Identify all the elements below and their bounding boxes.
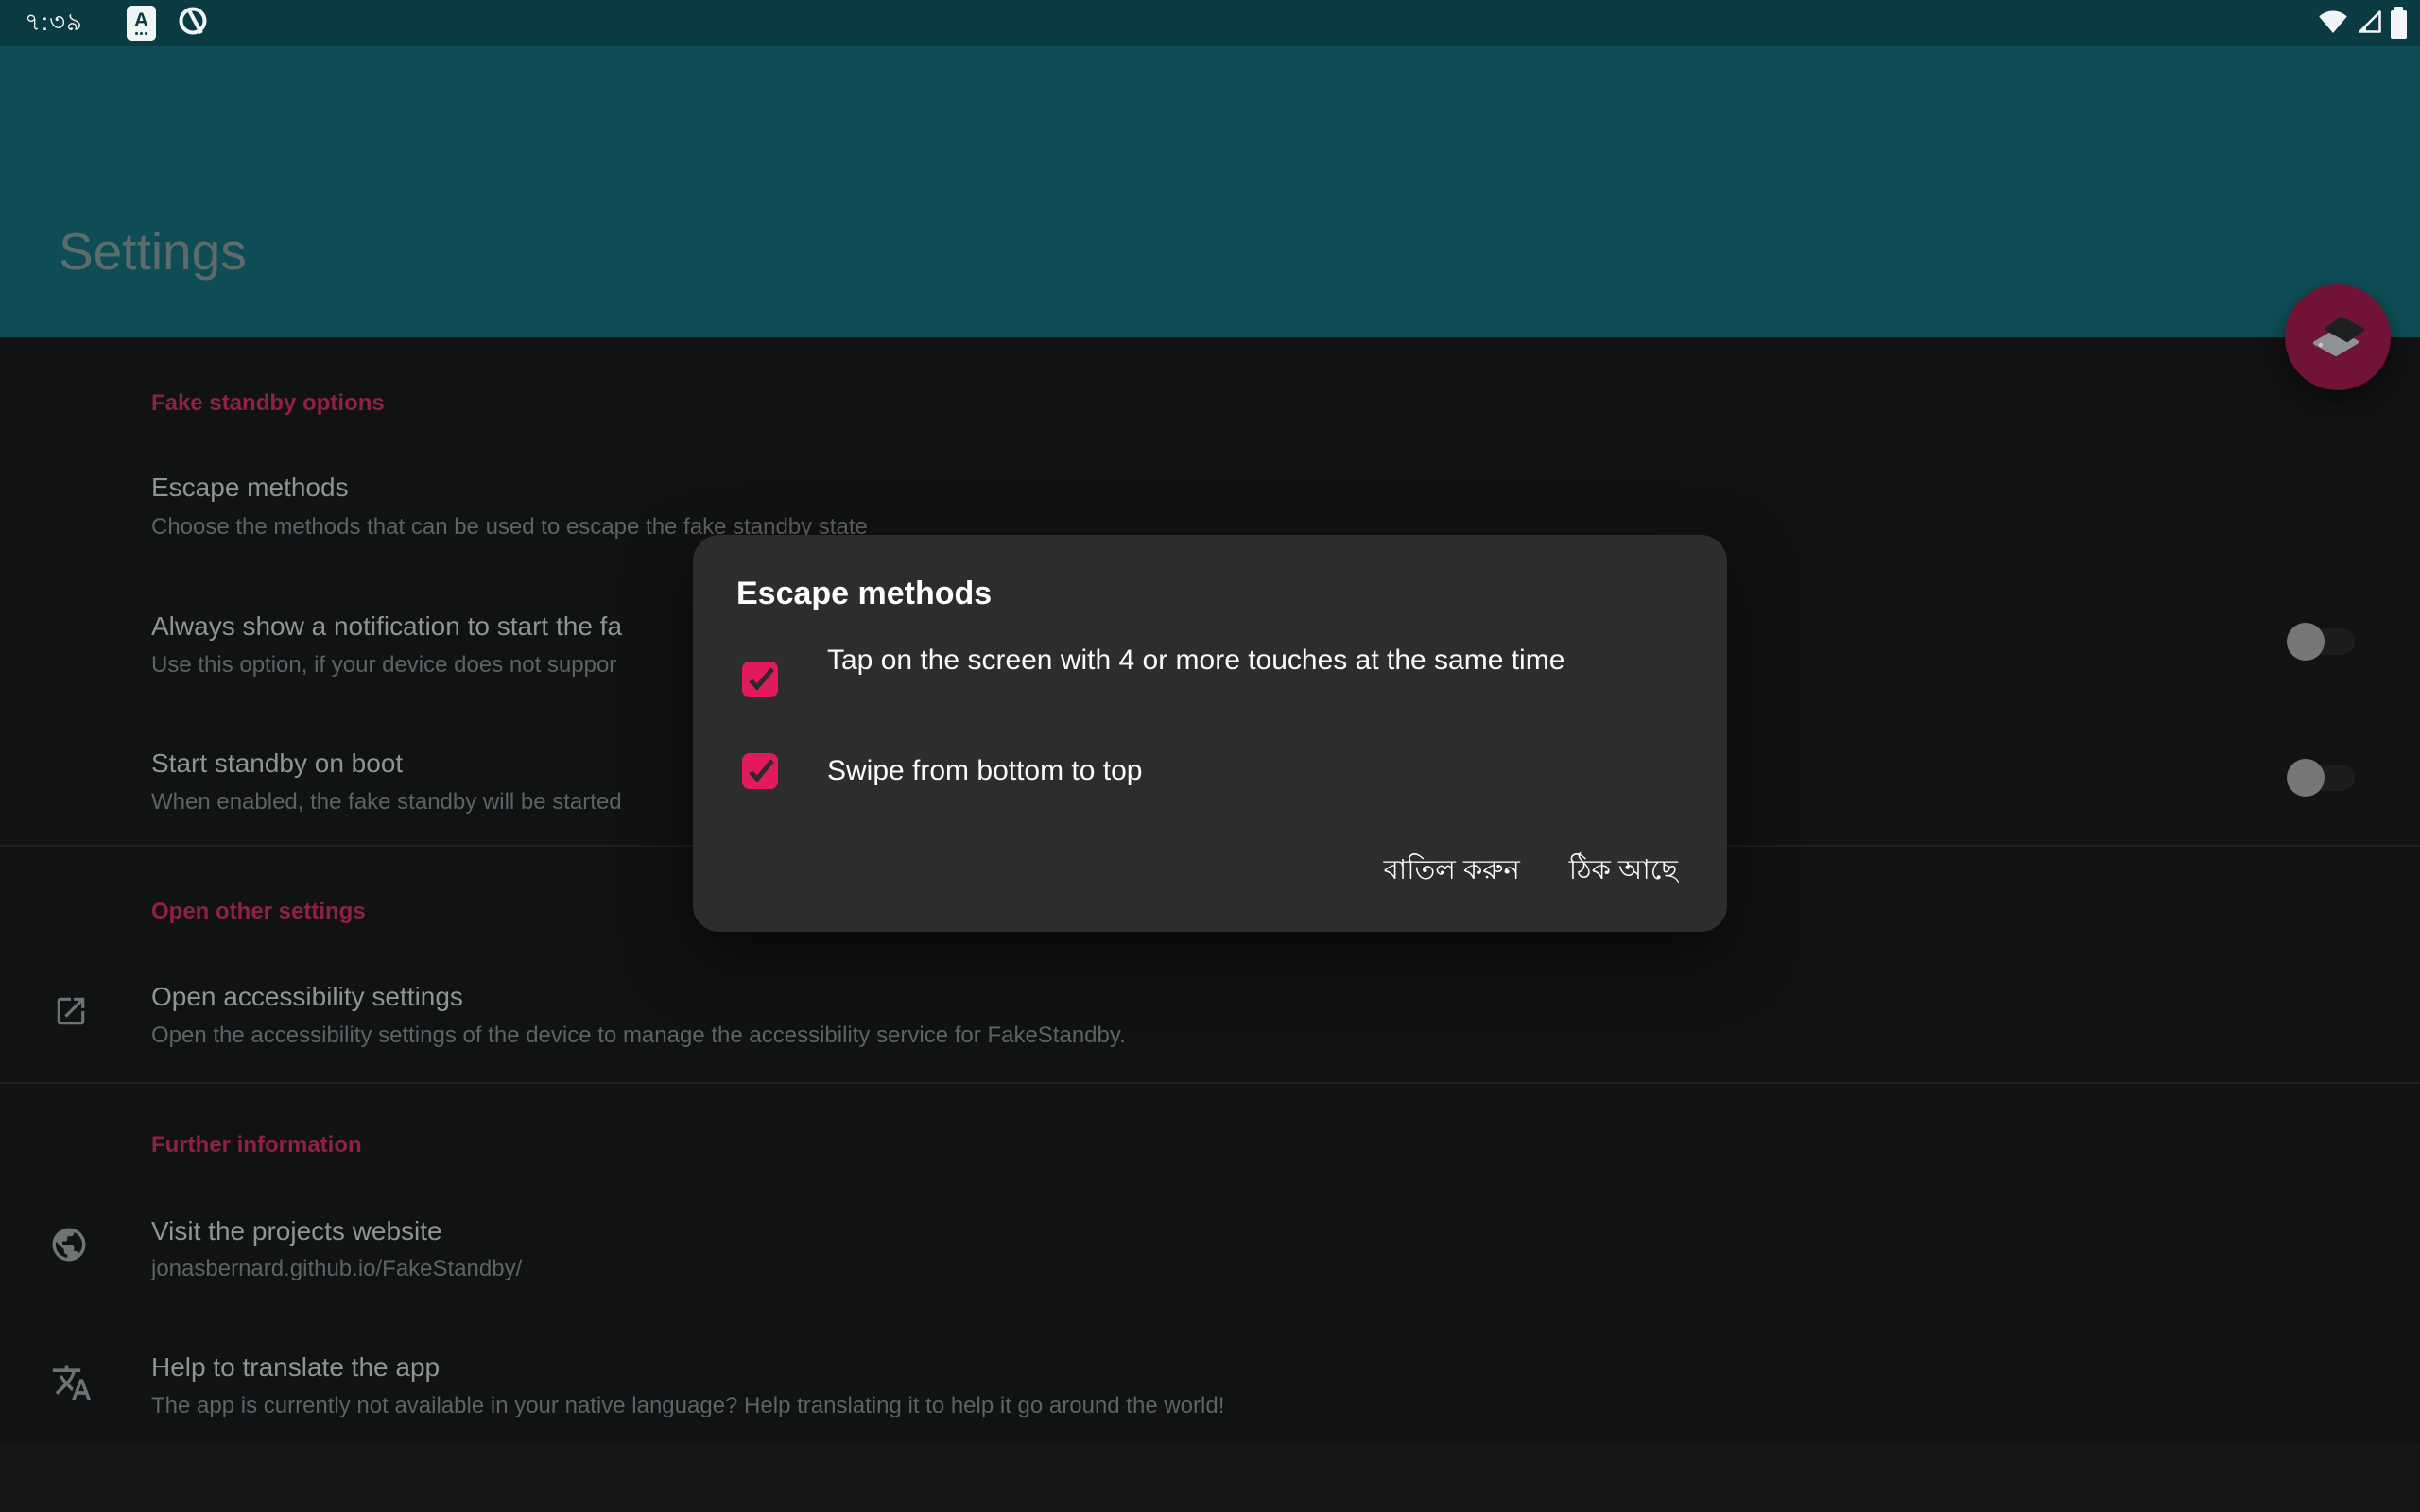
translate-icon: [51, 1362, 93, 1408]
checkbox-multi-touch-label[interactable]: Tap on the screen with 4 or more touches…: [827, 641, 1725, 680]
escape-methods-title: Escape methods: [151, 472, 349, 502]
website-subtitle: jonasbernard.github.io/FakeStandby/: [151, 1256, 523, 1281]
checkbox-multi-touch[interactable]: [742, 662, 778, 697]
divider: [0, 1082, 2420, 1084]
open-in-new-icon: [53, 993, 89, 1034]
section-fake-standby-options: Fake standby options: [151, 390, 385, 416]
status-bar: ৭:৩৯ A: [0, 0, 2420, 46]
section-open-other-settings: Open other settings: [151, 899, 366, 924]
translate-subtitle: The app is currently not available in yo…: [151, 1393, 1225, 1418]
navigation-bar: [0, 1443, 2420, 1512]
section-further-information: Further information: [151, 1132, 362, 1158]
start-standby-fab[interactable]: [2285, 284, 2391, 390]
standby-phone-icon: [2306, 303, 2370, 372]
show-notification-title: Always show a notification to start the …: [151, 611, 623, 641]
show-notification-subtitle: Use this option, if your device does not…: [151, 652, 617, 678]
checkbox-swipe[interactable]: [742, 753, 778, 789]
start-on-boot-subtitle: When enabled, the fake standby will be s…: [151, 789, 622, 815]
app-bar: [0, 46, 2420, 337]
website-title: Visit the projects website: [151, 1216, 442, 1246]
translate-title: Help to translate the app: [151, 1352, 441, 1382]
globe-icon: [49, 1225, 89, 1269]
checkbox-swipe-label[interactable]: Swipe from bottom to top: [827, 751, 1725, 791]
data-saver-icon: [177, 5, 209, 42]
show-notification-toggle[interactable]: [2287, 623, 2355, 661]
cell-signal-icon: [2357, 9, 2382, 39]
ok-button[interactable]: ঠিক আছে: [1569, 852, 1678, 888]
wifi-icon: [2318, 9, 2348, 39]
start-on-boot-title: Start standby on boot: [151, 748, 404, 778]
cancel-button[interactable]: বাতিল করুন: [1384, 852, 1520, 888]
dialog-title: Escape methods: [736, 576, 993, 611]
escape-methods-dialog: Escape methods Tap on the screen with 4 …: [693, 535, 1727, 932]
dialog-actions: বাতিল করুন ঠিক আছে: [1384, 852, 1678, 888]
clock: ৭:৩৯: [25, 7, 83, 36]
accessibility-subtitle: Open the accessibility settings of the d…: [151, 1022, 1126, 1048]
page-title: Settings: [59, 222, 247, 281]
autofill-a-icon: A: [126, 6, 156, 41]
battery-icon: [2391, 6, 2407, 39]
accessibility-title: Open accessibility settings: [151, 982, 463, 1011]
start-on-boot-toggle[interactable]: [2287, 759, 2355, 797]
